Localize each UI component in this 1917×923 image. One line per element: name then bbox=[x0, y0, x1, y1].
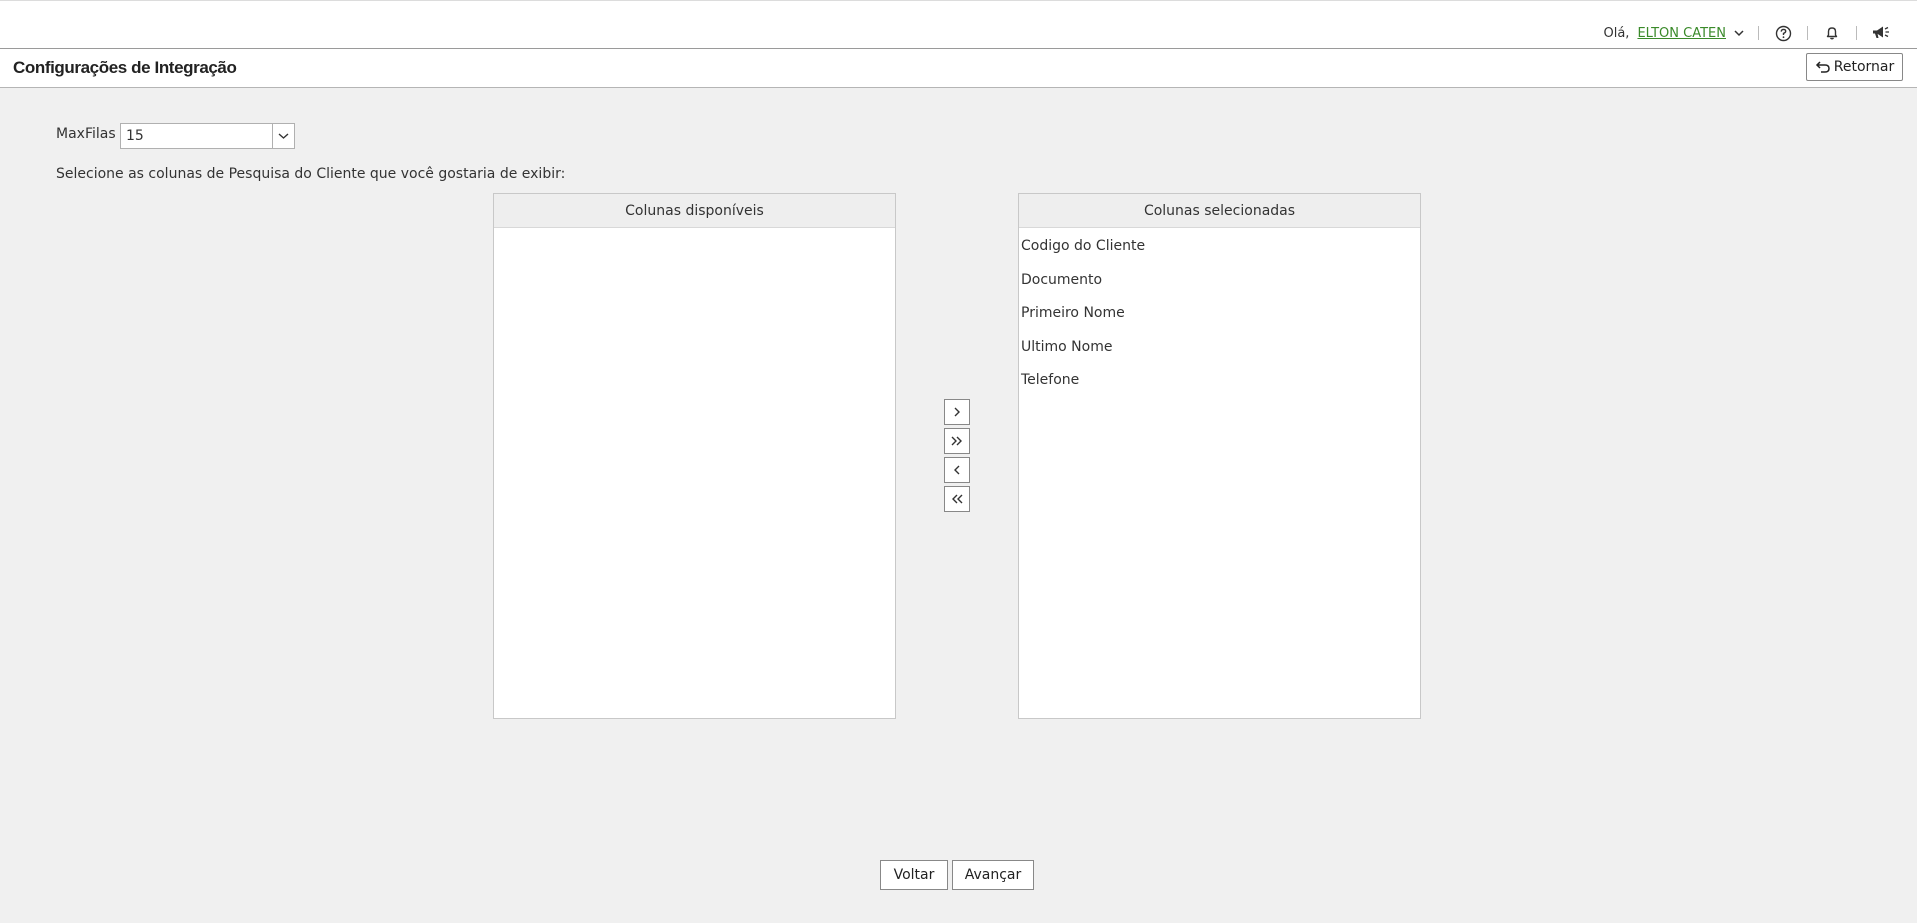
chevron-right-icon bbox=[954, 407, 960, 417]
divider bbox=[1856, 26, 1857, 40]
double-chevron-left-icon bbox=[952, 494, 963, 504]
undo-arrow-icon bbox=[1815, 61, 1830, 73]
selected-columns-list[interactable]: Colunas selecionadas Codigo do Cliente D… bbox=[1018, 193, 1421, 719]
title-bar: Configurações de Integração Retornar bbox=[0, 49, 1917, 88]
user-name-link[interactable]: ELTON CATEN bbox=[1637, 26, 1726, 41]
move-right-button[interactable] bbox=[944, 399, 970, 425]
top-bar: Olá, ELTON CATEN bbox=[0, 0, 1917, 49]
greeting-text: Olá, bbox=[1603, 25, 1630, 41]
megaphone-icon[interactable] bbox=[1871, 23, 1891, 43]
divider bbox=[1807, 26, 1808, 40]
list-item[interactable]: Ultimo Nome bbox=[1019, 331, 1420, 365]
return-button[interactable]: Retornar bbox=[1806, 53, 1903, 81]
list-item[interactable]: Primeiro Nome bbox=[1019, 297, 1420, 331]
available-columns-items bbox=[494, 228, 895, 230]
next-button[interactable]: Avançar bbox=[952, 860, 1034, 890]
maxfilas-value: 15 bbox=[126, 128, 144, 144]
maxfilas-label: MaxFilas bbox=[56, 126, 116, 142]
page-title: Configurações de Integração bbox=[13, 58, 237, 77]
divider bbox=[1758, 26, 1759, 40]
available-columns-list[interactable]: Colunas disponíveis bbox=[493, 193, 896, 719]
bell-icon[interactable] bbox=[1822, 23, 1842, 43]
list-item[interactable]: Documento bbox=[1019, 264, 1420, 298]
move-all-right-button[interactable] bbox=[944, 428, 970, 454]
next-button-label: Avançar bbox=[964, 867, 1022, 883]
double-chevron-right-icon bbox=[951, 436, 962, 446]
back-button-label: Voltar bbox=[893, 867, 935, 883]
list-item[interactable]: Telefone bbox=[1019, 364, 1420, 398]
chevron-down-icon[interactable] bbox=[272, 124, 294, 148]
help-icon[interactable] bbox=[1773, 23, 1793, 43]
selected-columns-items: Codigo do Cliente Documento Primeiro Nom… bbox=[1019, 228, 1420, 398]
move-left-button[interactable] bbox=[944, 457, 970, 483]
maxfilas-select[interactable]: 15 bbox=[120, 123, 295, 149]
move-all-left-button[interactable] bbox=[944, 486, 970, 512]
list-item[interactable]: Codigo do Cliente bbox=[1019, 230, 1420, 264]
available-columns-header: Colunas disponíveis bbox=[494, 194, 895, 228]
selected-columns-header: Colunas selecionadas bbox=[1019, 194, 1420, 228]
chevron-left-icon bbox=[954, 465, 960, 475]
return-button-label: Retornar bbox=[1833, 59, 1895, 75]
instruction-text: Selecione as colunas de Pesquisa do Clie… bbox=[56, 166, 566, 182]
back-button[interactable]: Voltar bbox=[880, 860, 948, 890]
chevron-down-icon[interactable] bbox=[1734, 29, 1744, 37]
user-area: Olá, ELTON CATEN bbox=[1604, 21, 1892, 45]
